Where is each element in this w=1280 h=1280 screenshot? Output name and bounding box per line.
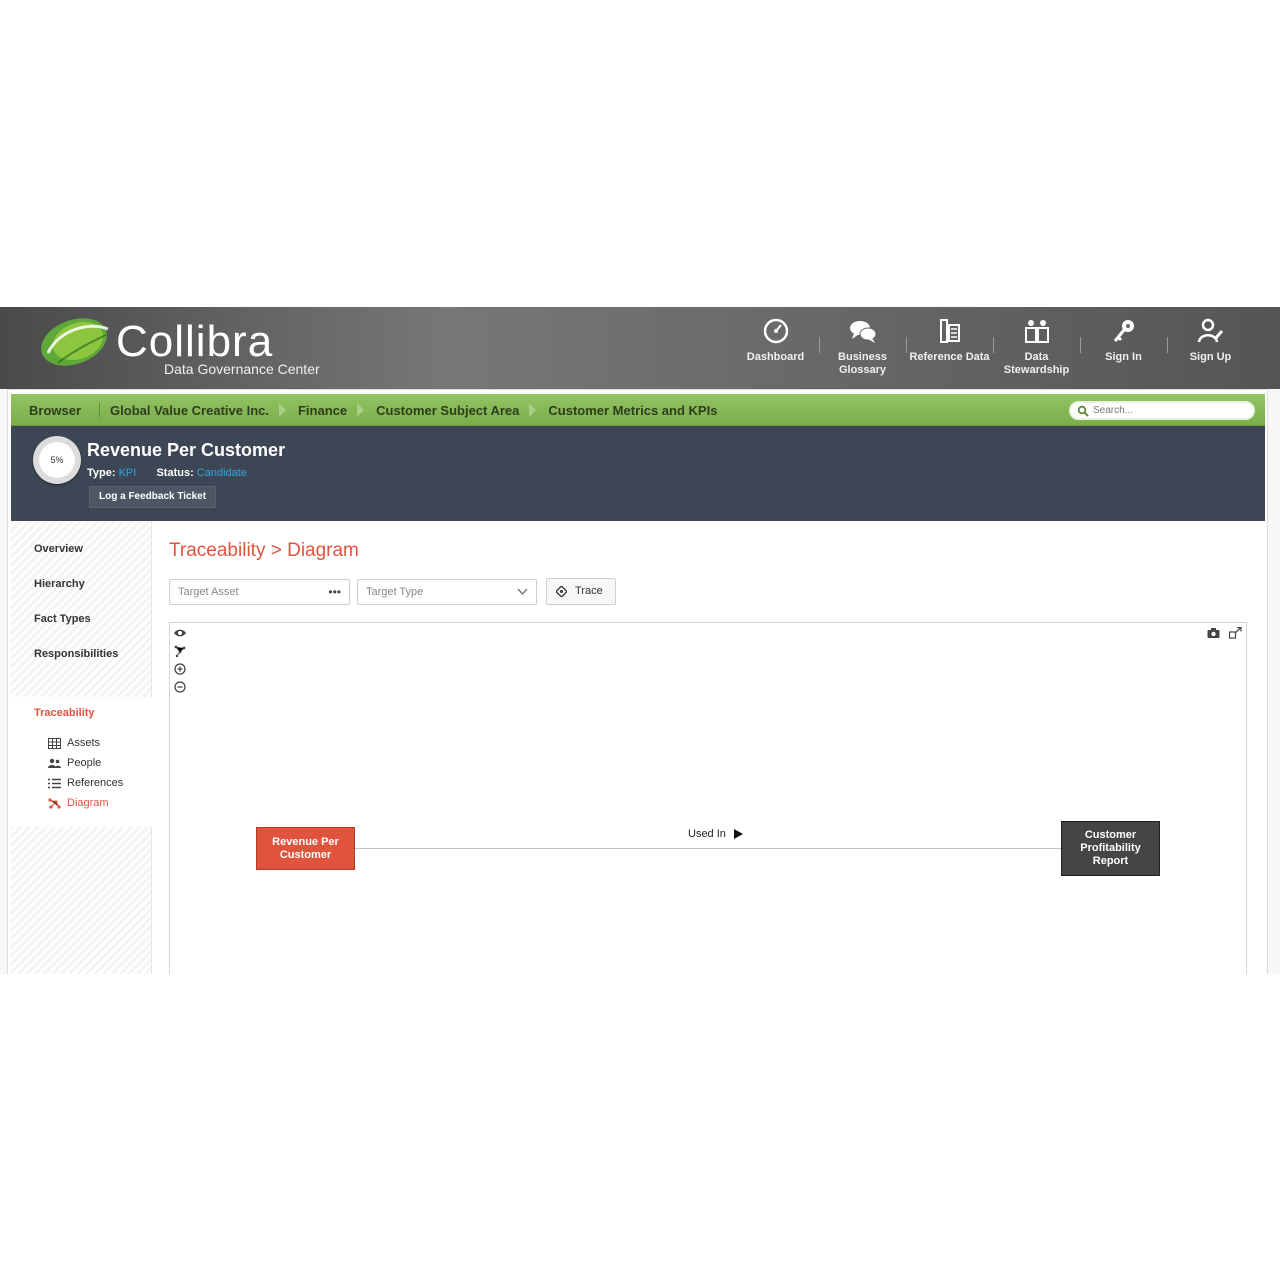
breadcrumb-bar: Browser Global Value Creative Inc. Finan… — [11, 394, 1265, 426]
breadcrumb-item[interactable]: Global Value Creative Inc. — [110, 403, 269, 418]
brand-subtitle: Data Governance Center — [164, 361, 320, 377]
sidebar-item-responsibilities[interactable]: Responsibilities — [34, 648, 118, 660]
speech-bubbles-icon — [849, 321, 876, 343]
zoom-in-icon[interactable] — [174, 663, 186, 675]
table-grid-icon — [48, 737, 61, 749]
page-title: Traceability > Diagram — [169, 540, 359, 561]
brand-name: Collibra — [116, 317, 274, 366]
trace-button[interactable]: Trace — [546, 578, 616, 605]
breadcrumb-divider — [99, 403, 101, 417]
subitem-label: Assets — [67, 737, 101, 749]
breadcrumb-browser[interactable]: Browser — [29, 403, 81, 418]
target-type-select[interactable]: Target Type — [357, 579, 537, 605]
subitem-label: References — [67, 777, 124, 789]
breadcrumb-item[interactable]: Customer Metrics and KPIs — [548, 403, 717, 418]
zoom-out-icon[interactable] — [174, 681, 186, 693]
arrow-right-icon — [733, 829, 743, 839]
chevron-right-icon — [278, 403, 286, 417]
trace-icon — [556, 586, 567, 597]
nav-data-stewardship[interactable]: Data Stewardship — [993, 317, 1080, 389]
fullscreen-icon[interactable] — [1229, 627, 1242, 639]
nav-label: Sign Up — [1189, 351, 1232, 363]
nav-label: Dashboard — [746, 351, 805, 363]
target-asset-placeholder: Target Asset — [178, 586, 239, 598]
search-input[interactable] — [1093, 405, 1243, 416]
nav-label: Sign In — [1105, 351, 1142, 363]
progress-label: 5% — [39, 442, 75, 478]
top-header: Collibra Data Governance Center Dashboar… — [0, 307, 1280, 396]
asset-title: Revenue Per Customer — [87, 440, 286, 460]
app-window: Collibra Data Governance Center Dashboar… — [0, 307, 1280, 974]
eye-icon[interactable] — [174, 627, 186, 639]
sidebar-item-fact-types[interactable]: Fact Types — [34, 613, 91, 625]
edge-label: Used In — [688, 828, 743, 840]
collibra-logo-icon — [41, 318, 109, 366]
trace-button-label: Trace — [575, 585, 603, 597]
source-node[interactable]: Revenue Per Customer — [256, 827, 355, 870]
nav-label: Business Glossary — [838, 351, 887, 376]
dashboard-gauge-icon — [763, 318, 788, 344]
nav-label: Reference Data — [909, 351, 990, 363]
target-node-label: Customer Profitability Report — [1080, 829, 1141, 867]
main-nav: Dashboard Business Glossary Reference Da… — [732, 317, 1254, 396]
search-icon — [1077, 405, 1089, 417]
sidebar-subitem-references[interactable]: References — [48, 777, 123, 789]
nav-business-glossary[interactable]: Business Glossary — [819, 317, 906, 396]
breadcrumb: Browser Global Value Creative Inc. Finan… — [29, 394, 717, 426]
breadcrumb-item[interactable]: Finance — [298, 403, 347, 418]
chevron-right-icon — [529, 403, 537, 417]
target-node[interactable]: Customer Profitability Report — [1061, 821, 1160, 876]
sidebar-subitem-assets[interactable]: Assets — [48, 737, 100, 749]
completion-progress: 5% — [33, 436, 81, 484]
key-icon — [1113, 320, 1134, 342]
content-card: Browser Global Value Creative Inc. Finan… — [7, 389, 1268, 974]
nav-reference-data[interactable]: Reference Data — [906, 317, 993, 389]
stewardship-icon — [1024, 320, 1049, 343]
nav-dashboard[interactable]: Dashboard — [732, 317, 819, 389]
subitem-label: Diagram — [67, 797, 109, 809]
people-icon — [48, 758, 61, 768]
asset-header: 5% Revenue Per Customer Type: KPI Status… — [11, 426, 1265, 521]
reference-data-icon — [939, 319, 960, 343]
diagram-edge — [355, 848, 1061, 849]
sidebar-subitem-people[interactable]: People — [48, 757, 101, 769]
chevron-right-icon — [357, 403, 365, 417]
source-node-label: Revenue Per Customer — [272, 835, 339, 861]
collibra-logo[interactable]: Collibra Data Governance Center — [38, 311, 338, 383]
nav-sign-up[interactable]: Sign Up — [1167, 317, 1254, 389]
target-type-placeholder: Target Type — [366, 586, 424, 598]
type-value[interactable]: KPI — [119, 467, 137, 479]
user-pencil-icon — [1197, 318, 1223, 343]
sidebar-item-traceability[interactable]: Traceability — [34, 707, 95, 719]
traceability-section: Traceability Assets People References Di… — [11, 697, 152, 827]
type-label: Type: — [87, 467, 116, 479]
sidebar-item-hierarchy[interactable]: Hierarchy — [34, 578, 85, 590]
search-box[interactable] — [1069, 401, 1255, 420]
status-value[interactable]: Candidate — [197, 467, 247, 479]
ellipsis-icon[interactable]: ••• — [328, 580, 341, 604]
layout-icon[interactable] — [174, 645, 186, 657]
list-icon — [48, 778, 61, 788]
nav-sign-in[interactable]: Sign In — [1080, 317, 1167, 389]
diagram-icon — [48, 797, 61, 809]
diagram-canvas[interactable]: Used In Revenue Per Customer Customer Pr… — [169, 622, 1247, 974]
camera-icon[interactable] — [1207, 627, 1220, 639]
status-label: Status: — [156, 467, 194, 479]
target-asset-select[interactable]: Target Asset ••• — [169, 579, 350, 605]
breadcrumb-item[interactable]: Customer Subject Area — [376, 403, 519, 418]
sidebar: Overview Hierarchy Fact Types Responsibi… — [11, 521, 152, 974]
log-feedback-button[interactable]: Log a Feedback Ticket — [89, 486, 217, 508]
edge-label-text: Used In — [688, 828, 726, 840]
subitem-label: People — [67, 757, 102, 769]
sidebar-subitem-diagram[interactable]: Diagram — [48, 797, 109, 809]
asset-meta: Type: KPI Status: Candidate — [87, 467, 247, 479]
sidebar-item-overview[interactable]: Overview — [34, 543, 83, 555]
chevron-down-icon — [517, 588, 528, 596]
nav-label: Data Stewardship — [1003, 351, 1070, 376]
